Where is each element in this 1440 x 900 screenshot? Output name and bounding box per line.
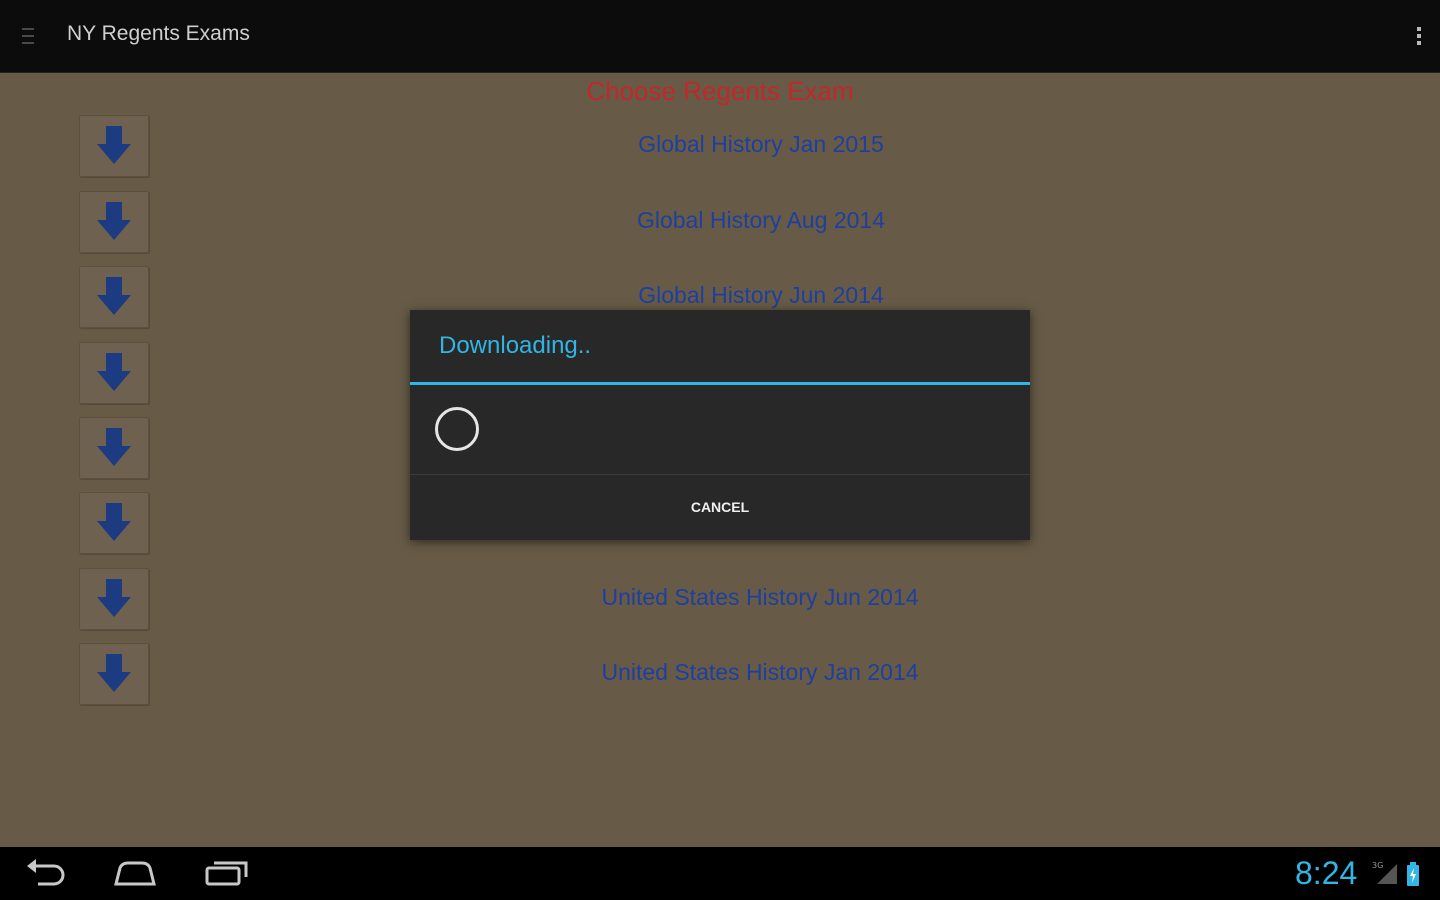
recent-apps-icon[interactable] <box>204 858 250 888</box>
list-item: United States History Jan 2014 <box>0 643 1440 705</box>
download-button[interactable] <box>79 492 149 554</box>
battery-icon <box>1407 862 1419 886</box>
exam-link[interactable]: Global History Jan 2015 <box>622 131 900 158</box>
download-arrow-icon <box>97 654 131 692</box>
exam-link[interactable]: United States History Jun 2014 <box>560 584 960 611</box>
signal-icon: 3G <box>1372 861 1397 884</box>
download-button[interactable] <box>79 115 149 177</box>
progress-spinner-icon <box>435 407 479 451</box>
list-item: Global History Aug 2014 <box>0 191 1440 253</box>
dialog-title-divider <box>410 382 1030 385</box>
network-type-label: 3G <box>1372 861 1383 870</box>
download-arrow-icon <box>97 428 131 466</box>
download-arrow-icon <box>97 503 131 541</box>
download-button[interactable] <box>79 568 149 630</box>
download-arrow-icon <box>97 202 131 240</box>
system-bar: 8:24 3G <box>0 847 1440 900</box>
download-arrow-icon <box>97 353 131 391</box>
list-item: Global History Jan 2015 <box>0 115 1440 177</box>
download-button[interactable] <box>79 342 149 404</box>
action-bar: NY Regents Exams <box>0 0 1440 73</box>
download-arrow-icon <box>97 126 131 164</box>
download-arrow-icon <box>97 579 131 617</box>
exam-link[interactable]: United States History Jan 2014 <box>560 659 960 686</box>
overflow-menu-icon[interactable] <box>1417 27 1421 45</box>
download-dialog: Downloading.. CANCEL <box>410 310 1030 540</box>
download-button[interactable] <box>79 266 149 328</box>
download-arrow-icon <box>97 277 131 315</box>
exam-link[interactable]: Global History Aug 2014 <box>622 207 900 234</box>
download-button[interactable] <box>79 191 149 253</box>
list-item: United States History Jun 2014 <box>0 568 1440 630</box>
app-title: NY Regents Exams <box>67 22 250 45</box>
back-icon[interactable] <box>24 858 68 888</box>
home-icon[interactable] <box>112 858 158 888</box>
cancel-button[interactable]: CANCEL <box>410 475 1030 540</box>
download-button[interactable] <box>79 643 149 705</box>
dialog-title: Downloading.. <box>439 332 592 359</box>
page-title: Choose Regents Exam <box>586 76 854 106</box>
menu-icon[interactable] <box>22 28 34 44</box>
download-button[interactable] <box>79 417 149 479</box>
exam-link[interactable]: Global History Jun 2014 <box>622 282 900 309</box>
clock: 8:24 <box>1295 855 1358 891</box>
